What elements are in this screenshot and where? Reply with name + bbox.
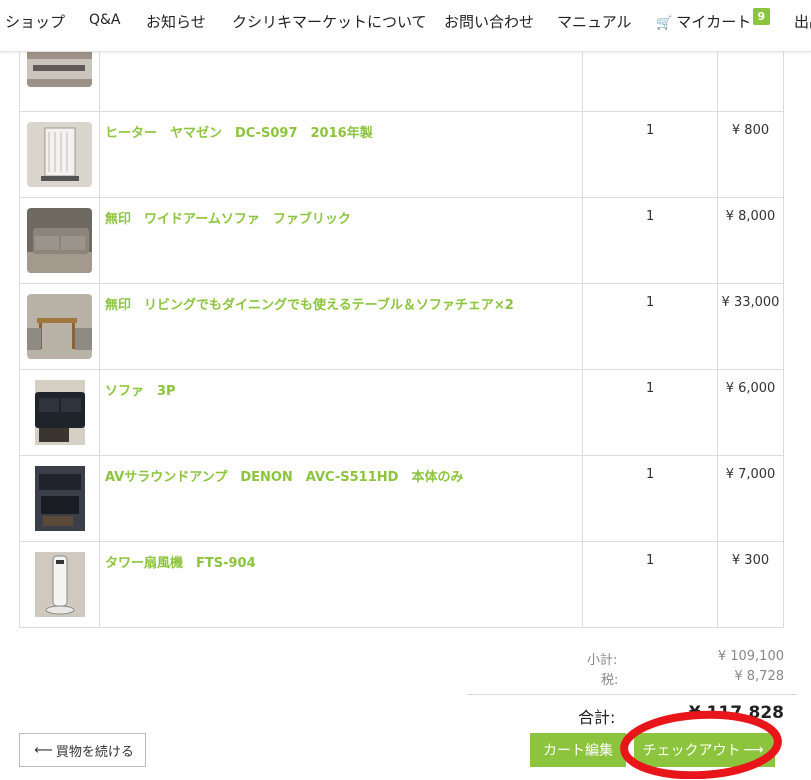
nav-qa[interactable]: Q&A	[89, 12, 121, 28]
total-value: ¥ 117,828	[688, 703, 784, 723]
table-row: 無印 ワイドアームソファ ファブリック 1 ¥ 8,000	[19, 197, 784, 284]
cart-icon: 🛒	[656, 16, 673, 31]
table-row: 無印 リビングでもダイニングでも使えるテーブル＆ソファチェア×2 1 ¥ 33,…	[19, 283, 784, 370]
item-qty: 1	[582, 369, 718, 456]
item-qty: 1	[582, 541, 718, 628]
item-image-cell	[19, 541, 100, 628]
top-navigation: ショップ Q&A お知らせ クシリキマーケットについて お問い合わせ マニュアル…	[0, 0, 811, 52]
item-qty: 1	[582, 455, 718, 542]
product-image[interactable]	[35, 380, 85, 445]
item-image-cell	[19, 283, 100, 370]
item-price: ¥ 6,000	[717, 369, 784, 456]
table-row: ソファ 3P 1 ¥ 6,000	[19, 369, 784, 456]
item-price: ¥ 300	[717, 541, 784, 628]
nav-manual[interactable]: マニュアル	[557, 11, 632, 32]
item-name-cell: 無印 リビングでもダイニングでも使えるテーブル＆ソファチェア×2	[98, 283, 584, 370]
product-image[interactable]	[27, 294, 92, 359]
item-price: ¥ 7,000	[717, 455, 784, 542]
tax-value: ¥ 8,728	[734, 669, 784, 684]
item-name-cell: AVサラウンドアンプ DENON AVC-S511HD 本体のみ	[98, 455, 584, 542]
item-image-cell	[19, 455, 100, 542]
nav-contact[interactable]: お問い合わせ	[444, 11, 534, 32]
subtotal-label: 小計:	[587, 653, 618, 668]
arrow-left-icon: ⟵	[34, 742, 53, 758]
item-image-cell	[19, 197, 100, 284]
cart-table: ヒーター ヤマゼン DC-S097 2016年製 1 ¥ 800 無印 ワイドア…	[19, 0, 784, 628]
product-image[interactable]	[35, 552, 85, 617]
product-link[interactable]: ヒーター ヤマゼン DC-S097 2016年製	[105, 126, 373, 141]
tax-label: 税:	[601, 673, 619, 688]
product-image[interactable]	[35, 466, 85, 531]
subtotal-value: ¥ 109,100	[717, 649, 784, 664]
product-image[interactable]	[27, 122, 92, 187]
totals-divider	[467, 694, 797, 695]
continue-shopping-label: 買物を続ける	[55, 744, 134, 760]
item-price: ¥ 8,000	[717, 197, 784, 284]
product-link[interactable]: タワー扇風機 FTS-904	[105, 556, 256, 571]
total-label: 合計:	[578, 708, 616, 727]
checkout-button[interactable]: チェックアウト ⟶	[634, 733, 775, 767]
checkout-label: チェックアウト	[642, 743, 741, 759]
nav-sell[interactable]: 出品	[794, 11, 811, 32]
item-name-cell: ヒーター ヤマゼン DC-S097 2016年製	[98, 111, 584, 198]
nav-shop[interactable]: ショップ	[5, 11, 65, 32]
continue-shopping-button[interactable]: ⟵ 買物を続ける	[19, 733, 146, 767]
nav-news[interactable]: お知らせ	[146, 11, 206, 32]
arrow-right-icon: ⟶	[743, 742, 764, 758]
product-link[interactable]: AVサラウンドアンプ DENON AVC-S511HD 本体のみ	[105, 470, 463, 485]
nav-my-cart[interactable]: 🛒 マイカート 9	[656, 8, 771, 32]
item-price: ¥ 33,000	[717, 283, 784, 370]
item-name-cell: ソファ 3P	[98, 369, 584, 456]
item-price: ¥ 800	[717, 111, 784, 198]
item-qty: 1	[582, 197, 718, 284]
item-qty: 1	[582, 283, 718, 370]
table-row: ヒーター ヤマゼン DC-S097 2016年製 1 ¥ 800	[19, 111, 784, 198]
nav-my-cart-label: マイカート	[676, 13, 752, 31]
item-image-cell	[19, 369, 100, 456]
edit-cart-button[interactable]: カート編集	[530, 733, 626, 767]
cart-count-badge: 9	[752, 8, 771, 25]
item-name-cell: タワー扇風機 FTS-904	[98, 541, 584, 628]
item-image-cell	[19, 111, 100, 198]
product-link[interactable]: 無印 リビングでもダイニングでも使えるテーブル＆ソファチェア×2	[105, 298, 514, 313]
table-row: AVサラウンドアンプ DENON AVC-S511HD 本体のみ 1 ¥ 7,0…	[19, 455, 784, 542]
product-link[interactable]: ソファ 3P	[105, 384, 176, 399]
item-qty: 1	[582, 111, 718, 198]
item-name-cell: 無印 ワイドアームソファ ファブリック	[98, 197, 584, 284]
table-row: タワー扇風機 FTS-904 1 ¥ 300	[19, 541, 784, 628]
product-link[interactable]: 無印 ワイドアームソファ ファブリック	[105, 212, 351, 227]
product-image[interactable]	[27, 208, 92, 273]
nav-about[interactable]: クシリキマーケットについて	[232, 11, 427, 32]
